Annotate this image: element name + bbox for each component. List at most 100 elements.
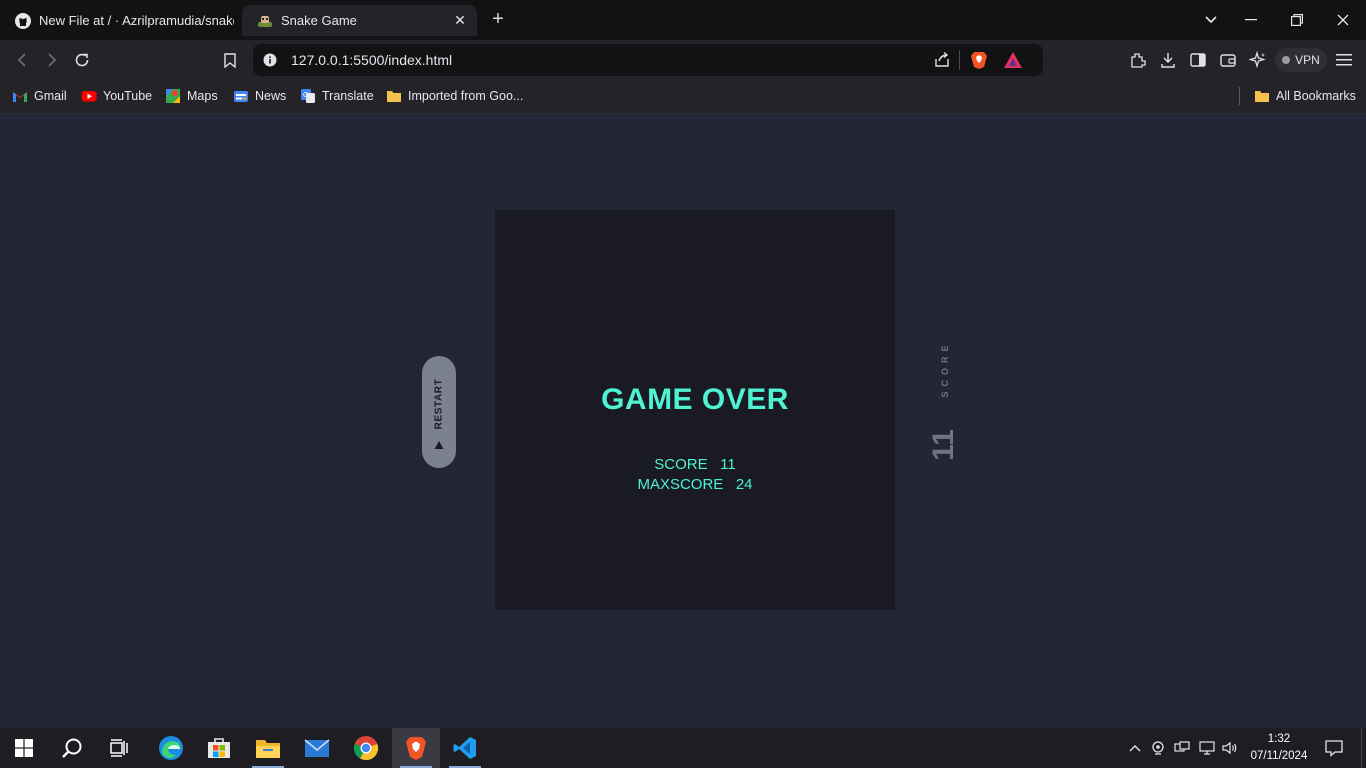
show-hidden-icons-icon[interactable] xyxy=(1126,739,1144,757)
browser-toolbar: 127.0.0.1:5500/index.html VPN xyxy=(0,40,1366,80)
back-icon[interactable] xyxy=(10,48,34,72)
bookmark-label: Maps xyxy=(187,89,218,103)
snake-game-icon xyxy=(258,15,272,27)
brave-app[interactable] xyxy=(392,728,440,768)
search-button[interactable] xyxy=(48,728,96,768)
store-app[interactable] xyxy=(195,728,243,768)
side-score-value: 11 xyxy=(927,429,960,461)
windows-taskbar: 1:32 07/11/2024 xyxy=(0,728,1366,768)
translate-icon: G xyxy=(301,89,315,103)
site-info-icon[interactable] xyxy=(262,52,278,68)
minimize-icon[interactable] xyxy=(1239,8,1263,32)
vpn-status-icon xyxy=(1282,56,1291,64)
maxscore-value: 24 xyxy=(735,476,753,493)
download-icon[interactable] xyxy=(1156,48,1180,72)
tab-search-chevron-icon[interactable] xyxy=(1199,8,1223,32)
bookmarks-divider xyxy=(1239,87,1240,105)
brave-rewards-icon[interactable] xyxy=(1003,51,1023,69)
store-icon xyxy=(208,738,230,758)
new-tab-icon[interactable]: + xyxy=(488,9,508,29)
score-label: SCORE xyxy=(654,456,708,473)
bookmark-gmail[interactable]: Gmail xyxy=(12,87,67,105)
url-text: 127.0.0.1:5500/index.html xyxy=(291,52,453,68)
maxscore-line: MAXSCORE 24 xyxy=(495,476,895,493)
file-explorer-icon xyxy=(256,740,280,758)
clock-time: 1:32 xyxy=(1267,733,1291,745)
game-board: GAME OVER SCORE 11 MAXSCORE 24 xyxy=(495,210,895,610)
forward-icon[interactable] xyxy=(40,48,64,72)
wallet-icon[interactable] xyxy=(1216,48,1240,72)
notifications-icon[interactable] xyxy=(1324,738,1344,758)
start-button[interactable] xyxy=(0,728,48,768)
file-explorer-app[interactable] xyxy=(244,728,292,768)
bookmark-folder-imported[interactable]: Imported from Goo... xyxy=(386,87,523,105)
bookmark-label: Gmail xyxy=(34,89,67,103)
bookmark-label: YouTube xyxy=(103,89,153,103)
bookmark-translate[interactable]: G Translate xyxy=(300,87,374,105)
menu-icon[interactable] xyxy=(1332,48,1356,72)
start-icon xyxy=(15,739,33,757)
bookmark-news[interactable]: News xyxy=(233,87,286,105)
reload-icon[interactable] xyxy=(70,48,94,72)
display-icon[interactable] xyxy=(1198,739,1216,757)
gmail-icon xyxy=(13,92,27,102)
vpn-button[interactable]: VPN xyxy=(1275,48,1327,72)
volume-icon[interactable] xyxy=(1221,739,1239,757)
restart-label: RESTART xyxy=(433,378,445,430)
bookmark-maps[interactable]: Maps xyxy=(165,87,218,105)
score-line: SCORE 11 xyxy=(495,456,895,473)
network-icon[interactable] xyxy=(1173,739,1191,757)
tab-title: Snake Game xyxy=(281,13,357,28)
edge-app[interactable] xyxy=(147,728,195,768)
maxscore-label: MAXSCORE xyxy=(637,476,724,493)
maps-icon xyxy=(166,89,180,103)
all-bookmarks-button[interactable]: All Bookmarks xyxy=(1254,87,1356,105)
task-view-icon xyxy=(110,739,128,757)
vpn-label: VPN xyxy=(1295,53,1320,67)
side-score-label: SCORE xyxy=(940,340,950,398)
edge-icon xyxy=(159,736,183,760)
web-page: RESTART GAME OVER SCORE 11 MAXSCORE 24 S… xyxy=(0,115,1366,728)
all-bookmarks-label: All Bookmarks xyxy=(1276,89,1356,103)
brave-icon xyxy=(406,737,426,760)
share-icon[interactable] xyxy=(933,51,951,69)
extensions-icon[interactable] xyxy=(1126,48,1150,72)
tab-github[interactable]: New File at / · Azrilpramudia/snake- xyxy=(0,5,236,36)
close-window-icon[interactable] xyxy=(1331,8,1355,32)
address-bar-divider xyxy=(959,50,960,70)
task-view-button[interactable] xyxy=(96,728,144,768)
show-desktop-button[interactable] xyxy=(1361,728,1366,768)
leo-ai-icon[interactable] xyxy=(1246,48,1270,72)
bookmarks-bar: Gmail YouTube Maps News G Translate Impo… xyxy=(0,80,1366,114)
bookmark-youtube[interactable]: YouTube xyxy=(81,87,152,105)
brave-shields-icon[interactable] xyxy=(969,50,989,70)
play-triangle-icon xyxy=(434,441,444,449)
tab-snake-game[interactable]: Snake Game ✕ xyxy=(242,5,477,36)
sidebar-icon[interactable] xyxy=(1186,48,1210,72)
browser-tab-strip: New File at / · Azrilpramudia/snake- Sna… xyxy=(0,0,1366,40)
game-over-title: GAME OVER xyxy=(601,383,789,416)
github-icon xyxy=(15,12,31,29)
folder-icon xyxy=(387,91,401,102)
address-bar[interactable]: 127.0.0.1:5500/index.html xyxy=(253,44,1043,76)
search-icon xyxy=(62,738,82,758)
clock-date: 07/11/2024 xyxy=(1250,750,1308,762)
score-value: 11 xyxy=(720,456,736,473)
bookmark-label: Imported from Goo... xyxy=(408,89,524,103)
bookmark-icon[interactable] xyxy=(218,48,242,72)
chrome-app[interactable] xyxy=(342,728,390,768)
vscode-app[interactable] xyxy=(441,728,489,768)
restart-button[interactable]: RESTART xyxy=(422,356,456,468)
bookmark-label: Translate xyxy=(322,89,374,103)
system-clock[interactable]: 1:32 07/11/2024 xyxy=(1244,731,1314,765)
mail-app[interactable] xyxy=(293,728,341,768)
bookmark-label: News xyxy=(255,89,287,103)
webcam-icon[interactable] xyxy=(1150,739,1168,757)
news-icon xyxy=(234,91,248,102)
youtube-icon xyxy=(81,91,97,102)
close-tab-icon[interactable]: ✕ xyxy=(452,12,468,28)
chrome-icon xyxy=(353,736,379,761)
folder-icon xyxy=(1255,91,1269,102)
restore-window-icon[interactable] xyxy=(1285,8,1309,32)
mail-icon xyxy=(304,739,330,757)
